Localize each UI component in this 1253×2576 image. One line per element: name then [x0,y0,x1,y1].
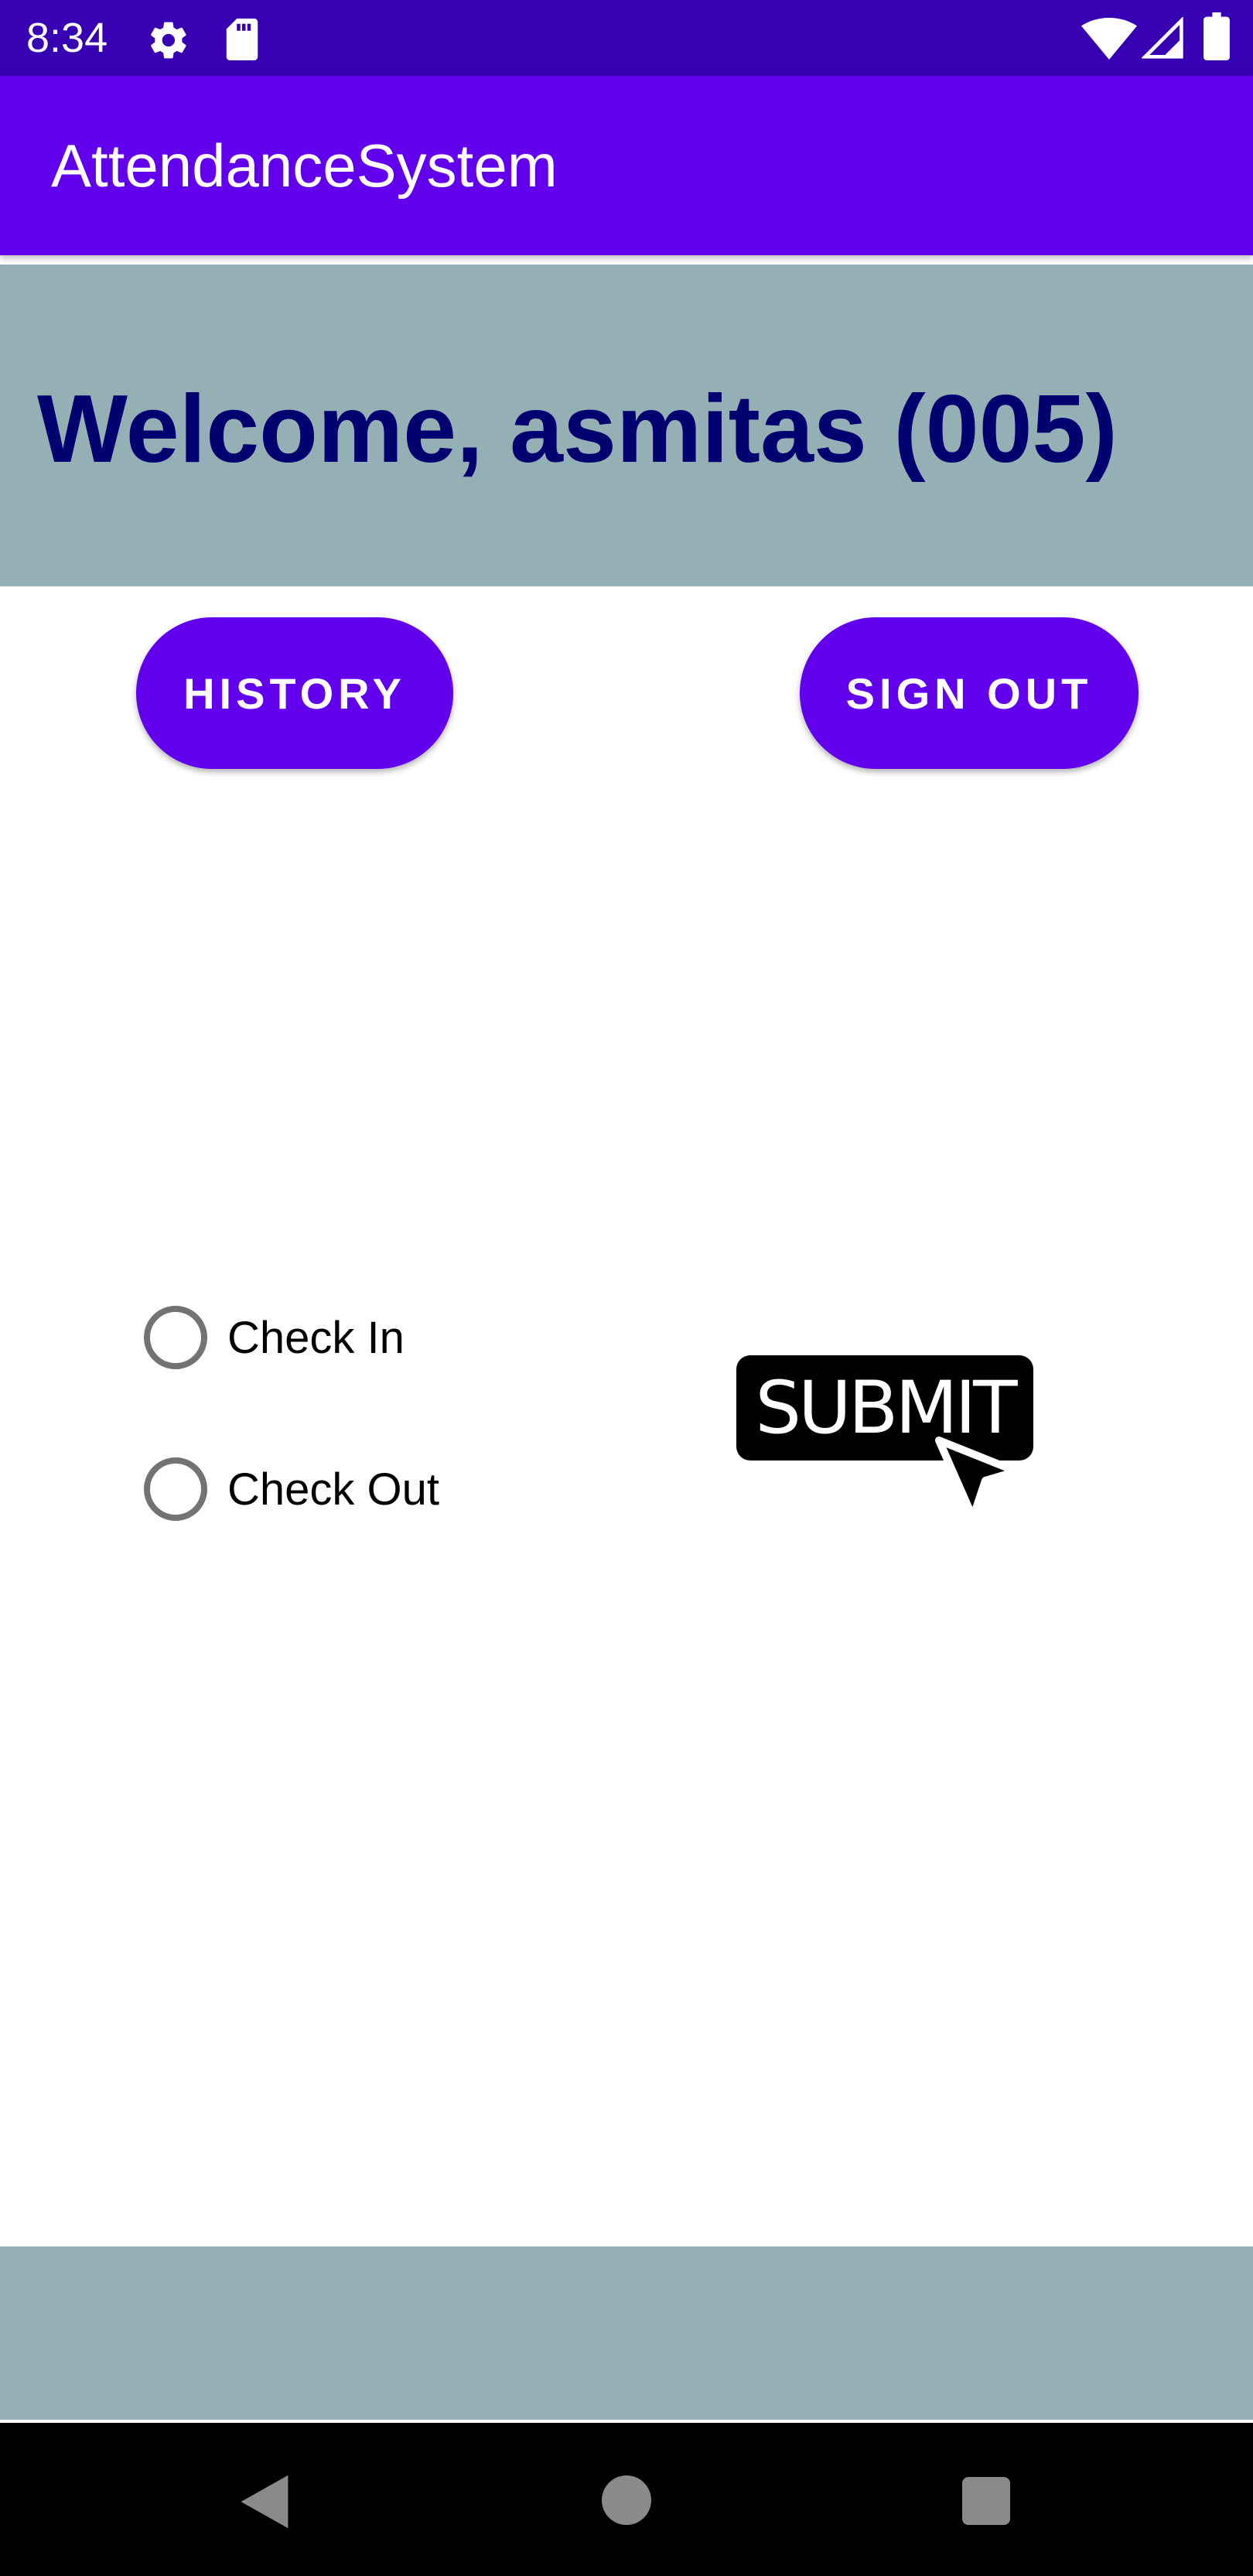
gear-icon [151,22,186,59]
radio-button-circle[interactable] [144,1306,207,1369]
recents-icon[interactable] [962,2477,1010,2525]
cursor-arrow-icon [935,1437,1020,1522]
home-icon[interactable] [602,2475,651,2525]
check-out-radio[interactable]: Check Out [144,1454,439,1524]
back-icon[interactable] [235,2472,294,2531]
check-in-label[interactable]: Check In [227,1312,405,1364]
app-bar: AttendanceSystem [0,76,1253,255]
app-title: AttendanceSystem [51,132,558,200]
signal-icon [1142,17,1183,59]
footer-band [0,2246,1253,2420]
welcome-banner: Welcome, asmitas (005) [0,265,1253,586]
navigation-bar [0,2423,1253,2576]
battery-icon [1203,12,1230,60]
check-out-label[interactable]: Check Out [227,1464,439,1515]
welcome-text: Welcome, asmitas (005) [37,376,1118,483]
submit-button[interactable]: SUBMIT [732,1351,1038,1529]
history-button[interactable]: HISTORY [136,617,453,769]
check-in-radio[interactable]: Check In [144,1303,405,1372]
status-time: 8:34 [26,15,108,61]
sign-out-button[interactable]: SIGN OUT [800,617,1139,769]
status-bar: 8:34 [0,0,1253,76]
sd-card-icon [226,19,258,60]
wifi-icon [1081,18,1137,60]
radio-button-circle[interactable] [144,1457,207,1521]
